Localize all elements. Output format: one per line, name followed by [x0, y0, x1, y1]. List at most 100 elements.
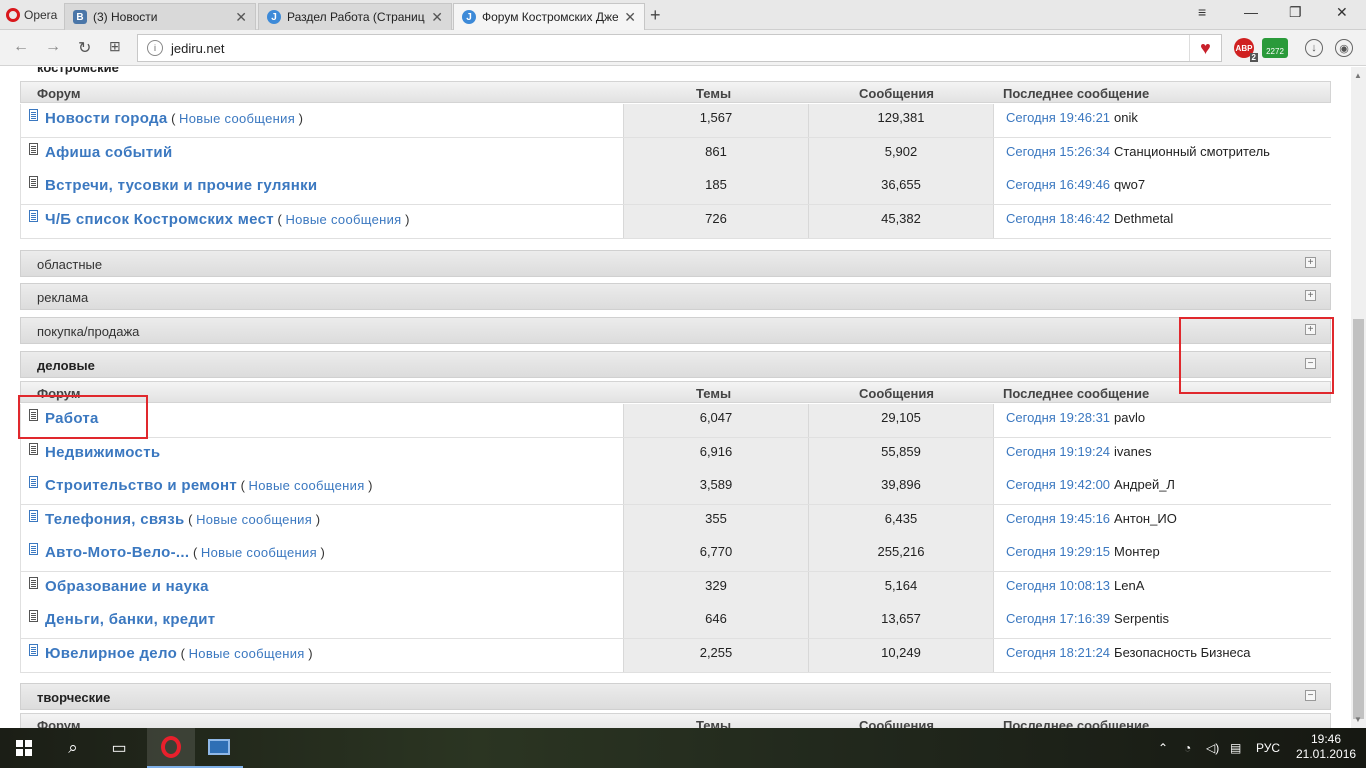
url-text: jediru.net — [171, 40, 225, 56]
last-post-user[interactable]: qwo7 — [1114, 177, 1145, 192]
last-post-user[interactable]: Антон_ИО — [1114, 511, 1177, 526]
scroll-down-icon[interactable]: ▼ — [1354, 715, 1362, 724]
taskbar-clock[interactable]: 19:46 21.01.2016 — [1296, 732, 1356, 762]
category-tvorcheskie[interactable]: творческие − — [20, 683, 1331, 710]
volume-icon[interactable]: ◁) — [1206, 728, 1219, 768]
last-post-time-link[interactable]: Сегодня 18:46:42 — [1006, 211, 1110, 226]
forward-icon[interactable]: → — [45, 38, 61, 56]
last-post-user[interactable]: ivanes — [1114, 444, 1152, 459]
forum-link[interactable]: Ч/Б список Костромских мест — [45, 211, 274, 228]
restore-button[interactable]: ❐ — [1289, 4, 1302, 21]
new-messages-link[interactable]: Новые сообщения — [189, 646, 305, 661]
adblock-label: ABP — [1235, 43, 1253, 53]
back-icon[interactable]: ← — [13, 38, 29, 56]
forum-link[interactable]: Афиша событий — [45, 144, 172, 161]
reload-icon[interactable]: ↻ — [78, 38, 91, 58]
forum-link[interactable]: Недвижимость — [45, 444, 160, 461]
search-icon[interactable]: ⌕ — [58, 728, 88, 768]
category-reklama[interactable]: реклама + — [20, 283, 1331, 310]
tab-vk-news[interactable]: B (3) Новости ✕ — [64, 3, 256, 30]
account-icon[interactable]: ◉ — [1335, 39, 1353, 57]
language-indicator[interactable]: РУС — [1256, 728, 1280, 768]
topics-count: 726 — [623, 204, 808, 238]
new-messages-link[interactable]: Новые сообщения — [249, 478, 365, 493]
adblock-extension-icon[interactable]: ABP 2 — [1234, 38, 1258, 62]
last-post-user[interactable]: Станционный смотритель — [1114, 144, 1270, 159]
expand-icon[interactable]: + — [1305, 257, 1316, 268]
close-tab-icon[interactable]: ✕ — [431, 9, 443, 26]
download-icon[interactable]: ↓ — [1305, 39, 1323, 57]
close-tab-icon[interactable]: ✕ — [624, 9, 636, 26]
new-messages-link[interactable]: Новые сообщения — [201, 545, 317, 560]
bookmark-heart-icon[interactable]: ♥ — [1189, 35, 1221, 61]
forum-row: Деньги, банки, кредит 646 13,657 Сегодня 17… — [20, 605, 1331, 639]
category-delovye[interactable]: деловые − — [20, 351, 1331, 378]
last-post-time-link[interactable]: Сегодня 10:08:13 — [1006, 578, 1110, 593]
tab-bar: Opera B (3) Новости ✕ J Раздел Работа (С… — [0, 0, 1366, 30]
last-post-time-link[interactable]: Сегодня 15:26:34 — [1006, 144, 1110, 159]
last-post-time-link[interactable]: Сегодня 17:16:39 — [1006, 611, 1110, 626]
opera-menu-button[interactable]: Opera — [0, 0, 62, 30]
close-tab-icon[interactable]: ✕ — [235, 9, 247, 26]
forum-link[interactable]: Ювелирное дело — [45, 645, 177, 662]
new-messages-link[interactable]: Новые сообщения — [196, 512, 312, 527]
site-info-icon[interactable]: i — [147, 40, 163, 56]
forum-link[interactable]: Авто-Мото-Вело-... — [45, 544, 189, 561]
posts-count: 45,382 — [808, 204, 993, 238]
last-post-time-link[interactable]: Сегодня 19:46:21 — [1006, 110, 1110, 125]
forum-link[interactable]: Новости города — [45, 110, 167, 127]
task-view-icon[interactable]: ▭ — [104, 728, 134, 768]
last-post-time-link[interactable]: Сегодня 19:29:15 — [1006, 544, 1110, 559]
forum-link[interactable]: Встречи, тусовки и прочие гулянки — [45, 177, 317, 194]
last-post-user[interactable]: pavlo — [1114, 410, 1145, 425]
last-post-time-link[interactable]: Сегодня 19:28:31 — [1006, 410, 1110, 425]
forum-title: Встречи, тусовки и прочие гулянки — [45, 177, 317, 194]
notifications-icon[interactable]: ▤ — [1230, 728, 1241, 768]
speed-dial-icon[interactable]: ⊞ — [109, 38, 121, 55]
new-tab-button[interactable]: + — [650, 5, 661, 26]
tab-rabota-section[interactable]: J Раздел Работа (Страница ✕ — [258, 3, 452, 30]
last-post-user[interactable]: LenA — [1114, 578, 1144, 593]
address-field[interactable]: i jediru.net ♥ — [137, 34, 1222, 62]
collapse-icon[interactable]: − — [1305, 690, 1316, 701]
last-post-time-link[interactable]: Сегодня 19:19:24 — [1006, 444, 1110, 459]
last-post-user[interactable]: Dethmetal — [1114, 211, 1173, 226]
windows-start-icon[interactable] — [14, 728, 34, 768]
category-title: реклама — [37, 290, 89, 305]
forum-link[interactable]: Телефония, связь — [45, 511, 185, 528]
scroll-thumb[interactable] — [1353, 319, 1364, 719]
category-title: покупка/продажа — [37, 324, 140, 339]
forum-link[interactable]: Деньги, банки, кредит — [45, 611, 215, 628]
last-post-user[interactable]: Serpentis — [1114, 611, 1169, 626]
posts-count: 255,216 — [808, 538, 993, 571]
new-messages-link[interactable]: Новые сообщения — [285, 212, 401, 227]
taskbar-app[interactable] — [195, 728, 243, 768]
new-messages-link[interactable]: Новые сообщения — [179, 111, 295, 126]
counter-extension-icon[interactable]: 2272 — [1262, 38, 1288, 58]
forum-row: Ювелирное дело ( Новые сообщения ) 2,255 1… — [20, 638, 1331, 673]
last-post-user[interactable]: Андрей_Л — [1114, 477, 1175, 492]
forum-cell: Встречи, тусовки и прочие гулянки — [21, 171, 623, 204]
last-post-time-link[interactable]: Сегодня 16:49:46 — [1006, 177, 1110, 192]
minimize-button[interactable]: — — [1244, 4, 1258, 20]
last-post-time-link[interactable]: Сегодня 19:45:16 — [1006, 511, 1110, 526]
last-post-time-link[interactable]: Сегодня 19:42:00 — [1006, 477, 1110, 492]
category-pokupka-prodazha[interactable]: покупка/продажа + — [20, 317, 1331, 344]
close-window-button[interactable]: ✕ — [1336, 4, 1348, 21]
network-icon[interactable]: ◔ — [1184, 728, 1191, 768]
forum-link[interactable]: Образование и наука — [45, 578, 209, 595]
taskbar-opera[interactable] — [147, 728, 195, 768]
last-post-time-link[interactable]: Сегодня 18:21:24 — [1006, 645, 1110, 660]
last-post-user[interactable]: Монтер — [1114, 544, 1160, 559]
expand-icon[interactable]: + — [1305, 290, 1316, 301]
scroll-up-icon[interactable]: ▲ — [1354, 71, 1362, 80]
tray-chevron-icon[interactable]: ⌃ — [1158, 728, 1168, 768]
forum-row: Образование и наука 329 5,164 Сегодня 10:08… — [20, 571, 1331, 606]
last-post-user[interactable]: Безопасность Бизнеса — [1114, 645, 1250, 660]
forum-link[interactable]: Строительство и ремонт — [45, 477, 237, 494]
category-oblastnye[interactable]: областные + — [20, 250, 1331, 277]
tab-menu-icon[interactable]: ≡ — [1198, 4, 1206, 20]
tab-kostroma-forum[interactable]: J Форум Костромских Дже ✕ — [453, 3, 645, 30]
page-scrollbar[interactable]: ▲ ▼ — [1351, 67, 1366, 728]
last-post-user[interactable]: onik — [1114, 110, 1138, 125]
